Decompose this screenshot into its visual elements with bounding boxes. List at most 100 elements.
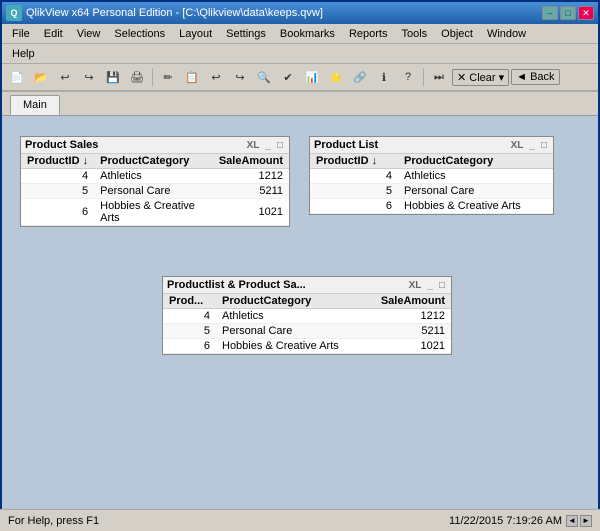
title-bar: Q QlikView x64 Personal Edition - [C:\Ql… <box>2 2 598 24</box>
cell-amount: 5211 <box>364 324 451 339</box>
cell-id: 6 <box>163 339 216 354</box>
toolbar-open-button[interactable]: 📂 <box>30 66 52 88</box>
table-row: 6 Hobbies & Creative Arts 1021 <box>21 199 289 226</box>
toolbar-undo-button[interactable]: ↩ <box>205 66 227 88</box>
product-list-header: Product List XL _ □ <box>310 137 553 154</box>
toolbar-print-button[interactable]: 🖨 <box>126 66 148 88</box>
combined-header-row: Prod... ProductCategory SaleAmount <box>163 294 451 309</box>
cell-amount: 1212 <box>213 169 289 184</box>
toolbar-save-button[interactable]: 💾 <box>102 66 124 88</box>
toolbar-link-button[interactable]: 🔗 <box>349 66 371 88</box>
menu-help[interactable]: Help <box>6 46 41 62</box>
product-list-title: Product List <box>314 139 378 151</box>
menu-bar: File Edit View Selections Layout Setting… <box>2 24 598 44</box>
col-comb-amount: SaleAmount <box>364 294 451 309</box>
col-pl-productid: ProductID ↓ <box>310 154 398 169</box>
table-row: 6 Hobbies & Creative Arts 1021 <box>163 339 451 354</box>
toolbar-skip-button[interactable]: ⏭ <box>428 66 450 88</box>
scroll-left-btn[interactable]: ◄ <box>566 515 578 527</box>
maximize-button[interactable]: □ <box>560 6 576 20</box>
close-button[interactable]: ✕ <box>578 6 594 20</box>
menu-layout[interactable]: Layout <box>173 26 218 42</box>
table-row: 4 Athletics 1212 <box>21 169 289 184</box>
product-list-header-row: ProductID ↓ ProductCategory <box>310 154 553 169</box>
toolbar-edit-button[interactable]: ✏ <box>157 66 179 88</box>
cell-id: 5 <box>21 184 94 199</box>
table-row: 4 Athletics 1212 <box>163 309 451 324</box>
product-list-min-btn[interactable]: _ <box>527 140 537 151</box>
clear-label: ✕ Clear ▾ <box>457 71 504 84</box>
toolbar-redo-button[interactable]: ↪ <box>229 66 251 88</box>
product-sales-panel: Product Sales XL _ □ ProductID ↓ Product… <box>20 136 290 227</box>
product-list-table: ProductID ↓ ProductCategory 4 Athletics … <box>310 154 553 214</box>
menu-view[interactable]: View <box>71 26 107 42</box>
cell-amount: 5211 <box>213 184 289 199</box>
help-text: For Help, press F1 <box>8 515 99 527</box>
scroll-right-btn[interactable]: ► <box>580 515 592 527</box>
product-list-xl-btn[interactable]: XL <box>509 140 526 151</box>
minimize-button[interactable]: – <box>542 6 558 20</box>
combined-table: Prod... ProductCategory SaleAmount 4 Ath… <box>163 294 451 354</box>
menu-settings[interactable]: Settings <box>220 26 272 42</box>
toolbar-info-button[interactable]: ℹ <box>373 66 395 88</box>
back-label: ◄ Back <box>516 71 554 83</box>
status-datetime: 11/22/2015 7:19:26 AM <box>449 515 562 527</box>
toolbar-clear-button[interactable]: ✕ Clear ▾ <box>452 69 509 86</box>
menu-bookmarks[interactable]: Bookmarks <box>274 26 341 42</box>
toolbar-new-button[interactable]: 📄 <box>6 66 28 88</box>
col-productid: ProductID ↓ <box>21 154 94 169</box>
combined-header: Productlist & Product Sa... XL _ □ <box>163 277 451 294</box>
toolbar-separator-2 <box>423 68 424 86</box>
toolbar-back-button[interactable]: ◄ Back <box>511 69 559 85</box>
menu-object[interactable]: Object <box>435 26 479 42</box>
status-bar: For Help, press F1 11/22/2015 7:19:26 AM… <box>0 509 600 531</box>
toolbar-chart-button[interactable]: 📊 <box>301 66 323 88</box>
cell-id: 5 <box>163 324 216 339</box>
main-content: Product Sales XL _ □ ProductID ↓ Product… <box>2 116 598 529</box>
title-bar-left: Q QlikView x64 Personal Edition - [C:\Ql… <box>6 5 323 21</box>
combined-max-btn[interactable]: □ <box>437 280 447 291</box>
toolbar-paste-button[interactable]: 📋 <box>181 66 203 88</box>
status-right: 11/22/2015 7:19:26 AM ◄ ► <box>449 515 592 527</box>
cell-id: 4 <box>163 309 216 324</box>
product-sales-table: ProductID ↓ ProductCategory SaleAmount 4… <box>21 154 289 226</box>
combined-xl-btn[interactable]: XL <box>407 280 424 291</box>
product-sales-max-btn[interactable]: □ <box>275 140 285 151</box>
toolbar: 📄 📂 ↩ ↪ 💾 🖨 ✏ 📋 ↩ ↪ 🔍 ✔ 📊 ⭐ 🔗 ℹ ? ⏭ ✕ Cl… <box>2 64 598 92</box>
col-pl-category: ProductCategory <box>398 154 553 169</box>
menu-selections[interactable]: Selections <box>108 26 171 42</box>
toolbar-help-button[interactable]: ? <box>397 66 419 88</box>
menu-bar-2: Help <box>2 44 598 64</box>
app-icon: Q <box>6 5 22 21</box>
cell-id: 6 <box>310 199 398 214</box>
cell-category: Hobbies & Creative Arts <box>94 199 213 226</box>
menu-tools[interactable]: Tools <box>395 26 433 42</box>
app-window: Q QlikView x64 Personal Edition - [C:\Ql… <box>0 0 600 531</box>
product-sales-xl-btn[interactable]: XL <box>245 140 262 151</box>
toolbar-check-button[interactable]: ✔ <box>277 66 299 88</box>
tab-area: Main <box>2 92 598 116</box>
product-sales-header-row: ProductID ↓ ProductCategory SaleAmount <box>21 154 289 169</box>
menu-window[interactable]: Window <box>481 26 532 42</box>
toolbar-search-button[interactable]: 🔍 <box>253 66 275 88</box>
menu-file[interactable]: File <box>6 26 36 42</box>
product-list-panel: Product List XL _ □ ProductID ↓ ProductC… <box>309 136 554 215</box>
cell-category: Personal Care <box>216 324 364 339</box>
col-comb-category: ProductCategory <box>216 294 364 309</box>
toolbar-back-nav-button[interactable]: ↩ <box>54 66 76 88</box>
table-row: 5 Personal Care 5211 <box>163 324 451 339</box>
cell-amount: 1021 <box>213 199 289 226</box>
menu-reports[interactable]: Reports <box>343 26 394 42</box>
cell-amount: 1021 <box>364 339 451 354</box>
tab-main[interactable]: Main <box>10 95 60 115</box>
cell-category: Hobbies & Creative Arts <box>398 199 553 214</box>
toolbar-forward-nav-button[interactable]: ↪ <box>78 66 100 88</box>
cell-id: 4 <box>21 169 94 184</box>
combined-min-btn[interactable]: _ <box>425 280 435 291</box>
table-row: 4 Athletics <box>310 169 553 184</box>
product-sales-min-btn[interactable]: _ <box>263 140 273 151</box>
toolbar-star-button[interactable]: ⭐ <box>325 66 347 88</box>
product-list-max-btn[interactable]: □ <box>539 140 549 151</box>
menu-edit[interactable]: Edit <box>38 26 69 42</box>
product-sales-controls: XL _ □ <box>245 140 285 151</box>
